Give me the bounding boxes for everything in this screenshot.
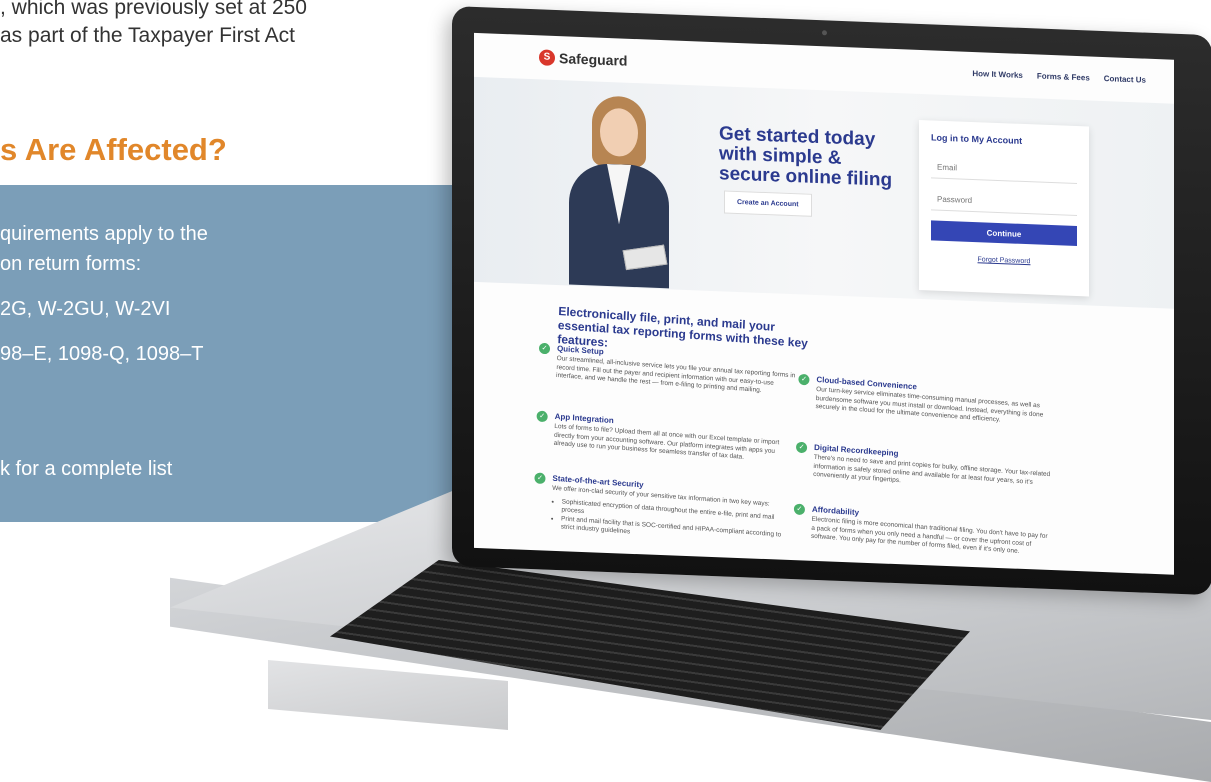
logo-text: Safeguard (559, 50, 628, 69)
laptop-screen: S Safeguard How It Works Forms & Fees Co… (474, 32, 1174, 575)
feature-recordkeeping: ✓ Digital Recordkeeping There's no need … (795, 441, 1054, 497)
password-field[interactable] (931, 188, 1077, 217)
check-icon: ✓ (798, 373, 810, 386)
forgot-password-link[interactable]: Forgot Password (931, 254, 1077, 267)
feature-affordability: ✓ Affordability Electronic filing is mor… (793, 503, 1052, 559)
check-icon: ✓ (538, 342, 551, 355)
features-section: Electronically file, print, and mail you… (474, 288, 1174, 575)
panel-line: k for a complete list (0, 458, 173, 480)
background-heading: s Are Affected? (0, 132, 227, 167)
login-card: Log in to My Account Continue Forgot Pas… (919, 119, 1089, 297)
check-icon: ✓ (795, 441, 808, 454)
login-title: Log in to My Account (931, 132, 1023, 146)
hero-photo-face (600, 107, 638, 158)
hero-photo (564, 94, 674, 289)
check-icon: ✓ (793, 503, 806, 516)
feature-security: ✓ State-of-the-art Security We offer iro… (534, 472, 793, 549)
feature-cloud: ✓ Cloud-based Convenience Our turn-key s… (798, 373, 1056, 429)
create-account-button[interactable]: Create an Account (724, 190, 812, 217)
hero-title: Get started today with simple & secure o… (719, 123, 899, 191)
intro-line: , which was previously set at 250 (0, 0, 307, 19)
check-icon: ✓ (534, 472, 546, 485)
background-panel: quirements apply to the on return forms:… (0, 185, 465, 522)
panel-line: on return forms: (0, 253, 142, 275)
nav-how-it-works[interactable]: How It Works (972, 69, 1023, 80)
shield-logo-icon: S (539, 49, 555, 66)
continue-button[interactable]: Continue (931, 220, 1077, 247)
panel-line: 98–E, 1098-Q, 1098–T (0, 343, 204, 365)
camera-icon (822, 30, 827, 36)
feature-app-integration: ✓ App Integration Lots of forms to file?… (536, 410, 795, 466)
site-logo[interactable]: S Safeguard (539, 49, 628, 69)
nav-contact-us[interactable]: Contact Us (1104, 74, 1146, 85)
nav-forms-fees[interactable]: Forms & Fees (1037, 71, 1090, 82)
check-icon: ✓ (536, 410, 548, 423)
panel-line: 2G, W-2GU, W-2VI (0, 298, 171, 320)
laptop-lid: S Safeguard How It Works Forms & Fees Co… (452, 6, 1211, 596)
email-field[interactable] (931, 156, 1077, 185)
panel-line: quirements apply to the (0, 223, 208, 245)
nav-links: How It Works Forms & Fees Contact Us (972, 69, 1146, 85)
intro-line: as part of the Taxpayer First Act (0, 24, 295, 47)
